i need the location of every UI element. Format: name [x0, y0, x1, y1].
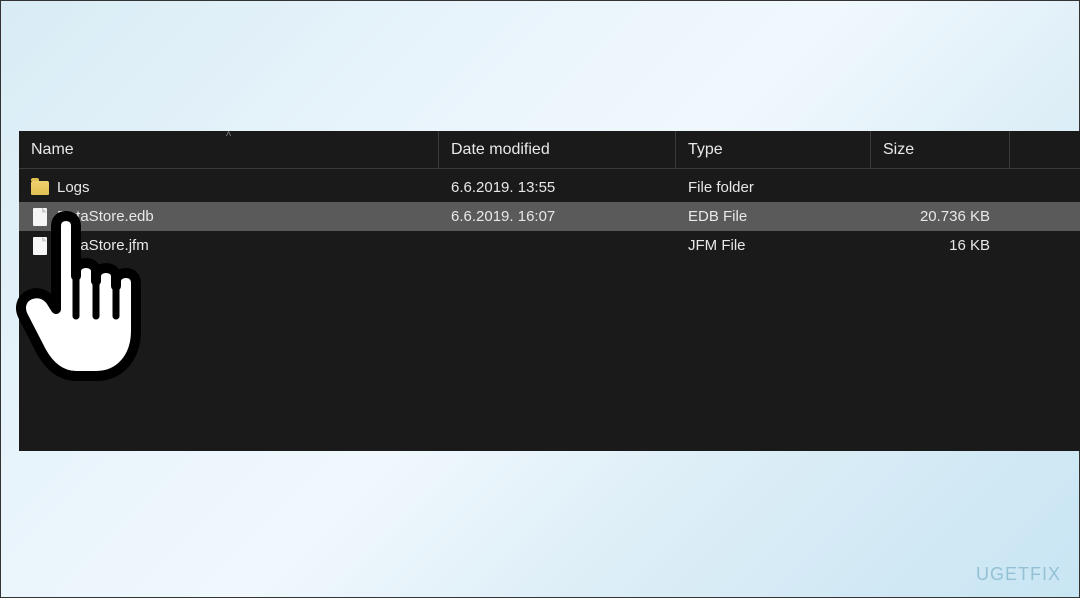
- file-cell-date: 6.6.2019. 13:55: [439, 173, 676, 202]
- column-header-size[interactable]: Size: [871, 131, 1010, 168]
- file-cell-size: 16 KB: [871, 231, 1010, 260]
- file-cell-size: 20.736 KB: [871, 202, 1010, 231]
- file-icon: [31, 208, 49, 226]
- file-row-selected[interactable]: DataStore.edb 6.6.2019. 16:07 EDB File 2…: [19, 202, 1080, 231]
- file-cell-name: DataStore.jfm: [19, 231, 439, 260]
- file-icon: [31, 237, 49, 255]
- file-list: Logs 6.6.2019. 13:55 File folder DataSto…: [19, 169, 1080, 260]
- column-header-type[interactable]: Type: [676, 131, 871, 168]
- sort-indicator-icon: ˄: [226, 129, 232, 140]
- file-cell-name: Logs: [19, 173, 439, 202]
- file-row[interactable]: DataStore.jfm JFM File 16 KB: [19, 231, 1080, 260]
- column-header-name[interactable]: ˄ Name: [19, 131, 439, 168]
- file-cell-type: JFM File: [676, 231, 871, 260]
- folder-icon: [31, 179, 49, 197]
- file-name-label: DataStore.jfm: [57, 237, 149, 254]
- file-cell-type: File folder: [676, 173, 871, 202]
- column-header-date-label: Date modified: [451, 141, 550, 159]
- file-cell-type: EDB File: [676, 202, 871, 231]
- column-header-date[interactable]: Date modified: [439, 131, 676, 168]
- file-cell-name: DataStore.edb: [19, 202, 439, 231]
- file-row-folder[interactable]: Logs 6.6.2019. 13:55 File folder: [19, 173, 1080, 202]
- watermark-text: UGETFIX: [976, 564, 1061, 585]
- file-cell-date: 6.6.2019. 16:07: [439, 202, 676, 231]
- column-header-type-label: Type: [688, 141, 723, 159]
- file-cell-size: [871, 173, 1010, 202]
- column-header-row: ˄ Name Date modified Type Size: [19, 131, 1080, 169]
- column-header-size-label: Size: [883, 141, 914, 159]
- file-explorer-window: ˄ Name Date modified Type Size Logs 6.6.…: [19, 131, 1080, 451]
- file-name-label: DataStore.edb: [57, 208, 154, 225]
- file-cell-date: [439, 231, 676, 260]
- column-header-name-label: Name: [31, 141, 74, 159]
- file-name-label: Logs: [57, 179, 90, 196]
